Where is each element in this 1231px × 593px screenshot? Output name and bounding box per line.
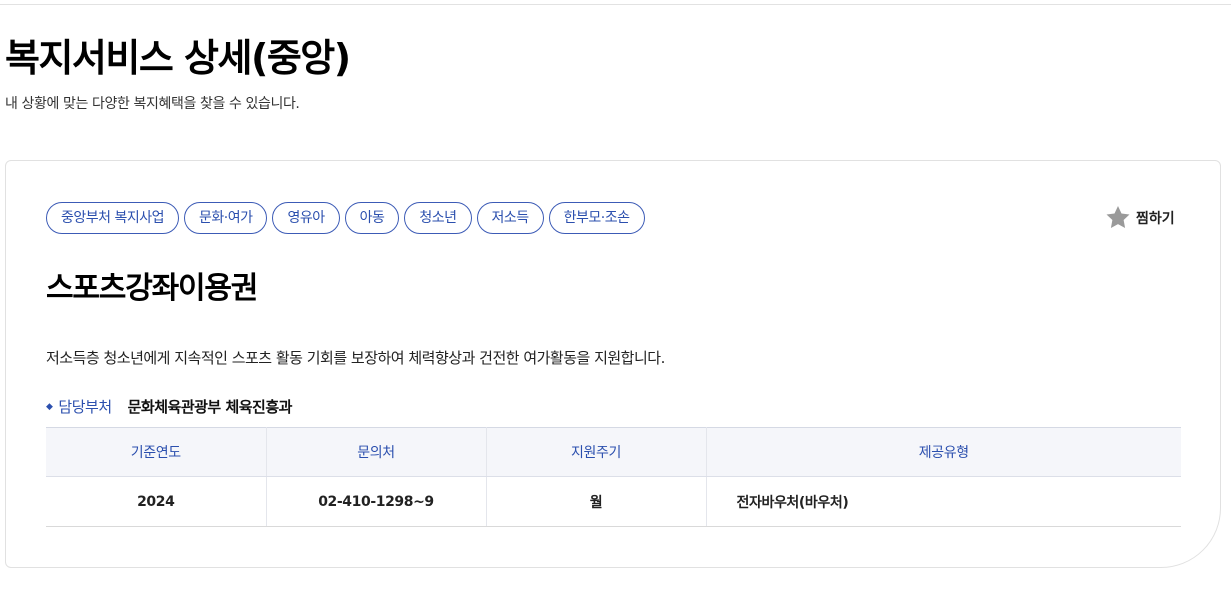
department-label: 담당부처 xyxy=(58,398,112,416)
tag-youth[interactable]: 청소년 xyxy=(404,202,472,234)
header-contact: 문의처 xyxy=(266,427,487,477)
cell-provision-type: 전자바우처(바우처) xyxy=(706,476,1181,527)
cell-base-year: 2024 xyxy=(46,476,267,527)
favorite-label: 찜하기 xyxy=(1136,210,1175,227)
tag-culture-leisure[interactable]: 문화·여가 xyxy=(184,202,268,234)
service-info-table: 기준연도 문의처 지원주기 제공유형 2024 02-410-1298~9 월 … xyxy=(46,427,1181,527)
department-value: 문화체육관광부 체육진흥과 xyxy=(127,398,293,416)
top-divider xyxy=(0,4,1231,5)
star-icon xyxy=(1106,206,1130,228)
header-support-cycle: 지원주기 xyxy=(486,427,707,477)
cell-contact: 02-410-1298~9 xyxy=(266,476,487,527)
service-description: 저소득층 청소년에게 지속적인 스포츠 활동 기회를 보장하여 체력향상과 건전… xyxy=(46,349,665,367)
favorite-button[interactable]: 찜하기 xyxy=(1104,204,1175,231)
header-provision-type: 제공유형 xyxy=(706,427,1181,477)
service-title: 스포츠강좌이용권 xyxy=(46,271,258,306)
table-header-row: 기준연도 문의처 지원주기 제공유형 xyxy=(46,427,1181,477)
category-tags: 중앙부처 복지사업 문화·여가 영유아 아동 청소년 저소득 한부모·조손 xyxy=(46,202,645,234)
header-base-year: 기준연도 xyxy=(46,427,267,477)
diamond-bullet-icon: ◆ xyxy=(46,401,53,412)
tag-single-parent[interactable]: 한부모·조손 xyxy=(548,202,645,234)
tag-low-income[interactable]: 저소득 xyxy=(476,202,544,234)
cell-support-cycle: 월 xyxy=(486,476,707,527)
tag-child[interactable]: 아동 xyxy=(344,202,400,234)
page-subtitle: 내 상황에 맞는 다양한 복지혜택을 찾을 수 있습니다. xyxy=(5,96,300,112)
service-card: 중앙부처 복지사업 문화·여가 영유아 아동 청소년 저소득 한부모·조손 찜하… xyxy=(5,160,1221,568)
department-info: ◆ 담당부처 문화체육관광부 체육진흥과 xyxy=(46,396,292,417)
tag-central-ministry[interactable]: 중앙부처 복지사업 xyxy=(46,202,179,234)
tag-infant[interactable]: 영유아 xyxy=(272,202,340,234)
table-row: 2024 02-410-1298~9 월 전자바우처(바우처) xyxy=(46,476,1181,527)
page-title: 복지서비스 상세(중앙) xyxy=(5,36,351,80)
